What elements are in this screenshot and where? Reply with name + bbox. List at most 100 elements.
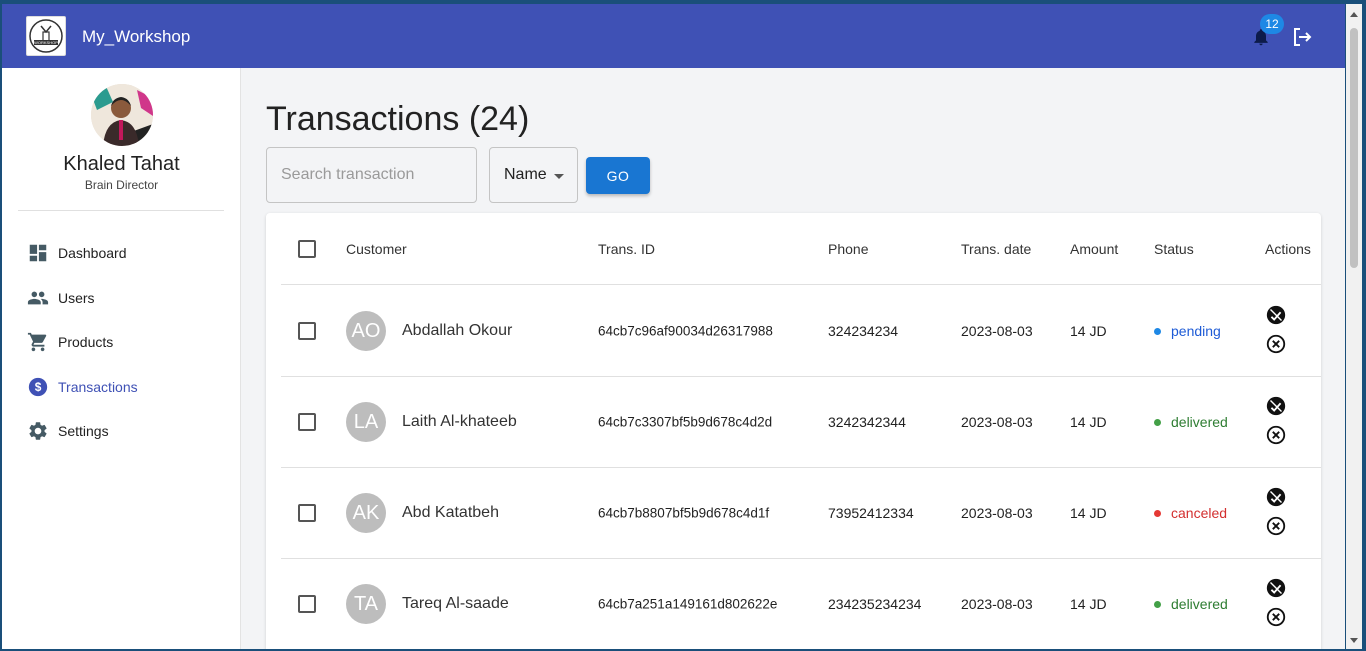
notification-badge: 12 bbox=[1260, 14, 1284, 34]
customer-name: Tareq Al-saade bbox=[402, 595, 509, 612]
row-checkbox[interactable] bbox=[298, 322, 316, 340]
scroll-up-icon[interactable] bbox=[1350, 12, 1358, 17]
table-header: Customer Trans. ID Phone Trans. date Amo… bbox=[281, 213, 1321, 285]
table-row[interactable]: AK Abd Katatbeh 64cb7b8807bf5b9d678c4d1f… bbox=[281, 468, 1321, 559]
svg-text:WORKSHOP: WORKSHOP bbox=[34, 40, 58, 45]
status-badge: canceled bbox=[1154, 505, 1227, 521]
user-name: Khaled Tahat bbox=[63, 153, 180, 175]
column-header-customer[interactable]: Customer bbox=[346, 241, 407, 257]
sidebar-item-settings[interactable]: Settings bbox=[2, 409, 241, 454]
sidebar-item-users[interactable]: Users bbox=[2, 276, 241, 321]
app-bar: WORKSHOP My_Workshop 12 bbox=[2, 4, 1345, 68]
table-row[interactable]: AO Abdallah Okour 64cb7c96af90034d263179… bbox=[281, 286, 1321, 377]
column-header-amount[interactable]: Amount bbox=[1070, 241, 1118, 257]
transactions-table: Customer Trans. ID Phone Trans. date Amo… bbox=[266, 213, 1321, 649]
dollar-icon: $ bbox=[28, 377, 48, 396]
logout-icon[interactable] bbox=[1290, 25, 1314, 49]
transaction-id: 64cb7b8807bf5b9d678c4d1f bbox=[598, 505, 770, 521]
cancel-icon[interactable] bbox=[1265, 515, 1287, 537]
sidebar: Khaled Tahat Brain Director Dashboard Us… bbox=[2, 68, 241, 649]
row-actions bbox=[1265, 395, 1287, 453]
transaction-date: 2023-08-03 bbox=[961, 505, 1033, 521]
table-row[interactable]: LA Laith Al-khateeb 64cb7c3307bf5b9d678c… bbox=[281, 377, 1321, 468]
status-badge: pending bbox=[1154, 323, 1221, 339]
search-input[interactable] bbox=[266, 147, 477, 203]
mark-delivered-icon[interactable] bbox=[1265, 304, 1287, 326]
status-dot bbox=[1154, 418, 1161, 426]
dashboard-icon bbox=[29, 245, 47, 262]
sidebar-item-products[interactable]: Products bbox=[2, 320, 241, 365]
gear-icon bbox=[29, 422, 47, 441]
customer-name: Abd Katatbeh bbox=[402, 504, 499, 521]
sidebar-item-transactions[interactable]: $ Transactions bbox=[2, 365, 241, 410]
sidebar-item-label: Users bbox=[58, 289, 95, 306]
user-photo-icon bbox=[91, 84, 153, 146]
transaction-date: 2023-08-03 bbox=[961, 323, 1033, 339]
cart-icon bbox=[27, 333, 47, 352]
scroll-down-icon[interactable] bbox=[1350, 638, 1358, 643]
sidebar-item-label: Settings bbox=[58, 423, 109, 440]
workshop-logo[interactable]: WORKSHOP bbox=[26, 16, 66, 56]
go-button[interactable]: GO bbox=[586, 157, 650, 194]
user-role: Brain Director bbox=[84, 178, 159, 192]
amount: 14 JD bbox=[1070, 414, 1107, 430]
customer-avatar: AO bbox=[346, 311, 386, 351]
column-header-status[interactable]: Status bbox=[1154, 241, 1194, 257]
table-row[interactable]: TA Tareq Al-saade 64cb7a251a149161d80262… bbox=[281, 559, 1321, 649]
row-checkbox[interactable] bbox=[298, 413, 316, 431]
mark-delivered-icon[interactable] bbox=[1265, 395, 1287, 417]
customer-avatar: LA bbox=[346, 402, 386, 442]
svg-text:$: $ bbox=[35, 380, 42, 394]
sidebar-item-dashboard[interactable]: Dashboard bbox=[2, 231, 241, 276]
row-actions bbox=[1265, 577, 1287, 635]
status-text: canceled bbox=[1171, 505, 1228, 521]
cancel-icon[interactable] bbox=[1265, 424, 1287, 446]
status-text: delivered bbox=[1171, 596, 1228, 612]
row-checkbox[interactable] bbox=[298, 595, 316, 613]
column-header-trans-date[interactable]: Trans. date bbox=[961, 241, 1031, 257]
customer-avatar: TA bbox=[346, 584, 386, 624]
customer-name: Laith Al-khateeb bbox=[402, 413, 517, 430]
sidebar-item-label: Products bbox=[58, 334, 114, 351]
search-field-select[interactable]: Name bbox=[489, 147, 578, 203]
row-checkbox[interactable] bbox=[298, 504, 316, 522]
transaction-date: 2023-08-03 bbox=[961, 414, 1033, 430]
sidebar-nav: Dashboard Users Products $ Transactions … bbox=[2, 231, 241, 454]
status-text: delivered bbox=[1171, 414, 1228, 430]
transaction-id: 64cb7a251a149161d802622e bbox=[598, 596, 778, 612]
column-header-phone[interactable]: Phone bbox=[828, 241, 868, 257]
phone: 73952412334 bbox=[828, 505, 914, 521]
column-header-trans-id[interactable]: Trans. ID bbox=[598, 241, 655, 257]
select-all-checkbox[interactable] bbox=[298, 239, 316, 258]
status-dot bbox=[1154, 600, 1161, 608]
phone: 3242342344 bbox=[828, 414, 906, 430]
chevron-down-icon bbox=[554, 174, 564, 179]
logo-icon: WORKSHOP bbox=[29, 19, 63, 53]
row-actions bbox=[1265, 486, 1287, 544]
status-dot bbox=[1154, 509, 1161, 517]
cancel-icon[interactable] bbox=[1265, 606, 1287, 628]
status-badge: delivered bbox=[1154, 596, 1228, 612]
app-window: WORKSHOP My_Workshop 12 Khaled Tahat Bra… bbox=[2, 4, 1345, 649]
page-title: Transactions (24) bbox=[266, 100, 530, 138]
status-badge: delivered bbox=[1154, 414, 1228, 430]
mark-delivered-icon[interactable] bbox=[1265, 577, 1287, 599]
status-dot bbox=[1154, 327, 1161, 335]
user-avatar[interactable] bbox=[91, 84, 153, 146]
cancel-icon[interactable] bbox=[1265, 333, 1287, 355]
sidebar-item-label: Dashboard bbox=[58, 245, 127, 262]
transaction-id: 64cb7c96af90034d26317988 bbox=[598, 323, 773, 339]
users-icon bbox=[27, 291, 49, 305]
scrollbar-thumb[interactable] bbox=[1350, 28, 1358, 268]
page-scrollbar[interactable] bbox=[1346, 4, 1362, 649]
customer-avatar: AK bbox=[346, 493, 386, 533]
sidebar-item-label: Transactions bbox=[58, 378, 138, 395]
brand-name: My_Workshop bbox=[82, 27, 191, 46]
amount: 14 JD bbox=[1070, 596, 1107, 612]
status-text: pending bbox=[1171, 323, 1221, 339]
sidebar-divider bbox=[18, 210, 224, 211]
transaction-id: 64cb7c3307bf5b9d678c4d2d bbox=[598, 414, 773, 430]
phone: 324234234 bbox=[828, 323, 899, 339]
customer-name: Abdallah Okour bbox=[402, 322, 513, 339]
mark-delivered-icon[interactable] bbox=[1265, 486, 1287, 508]
